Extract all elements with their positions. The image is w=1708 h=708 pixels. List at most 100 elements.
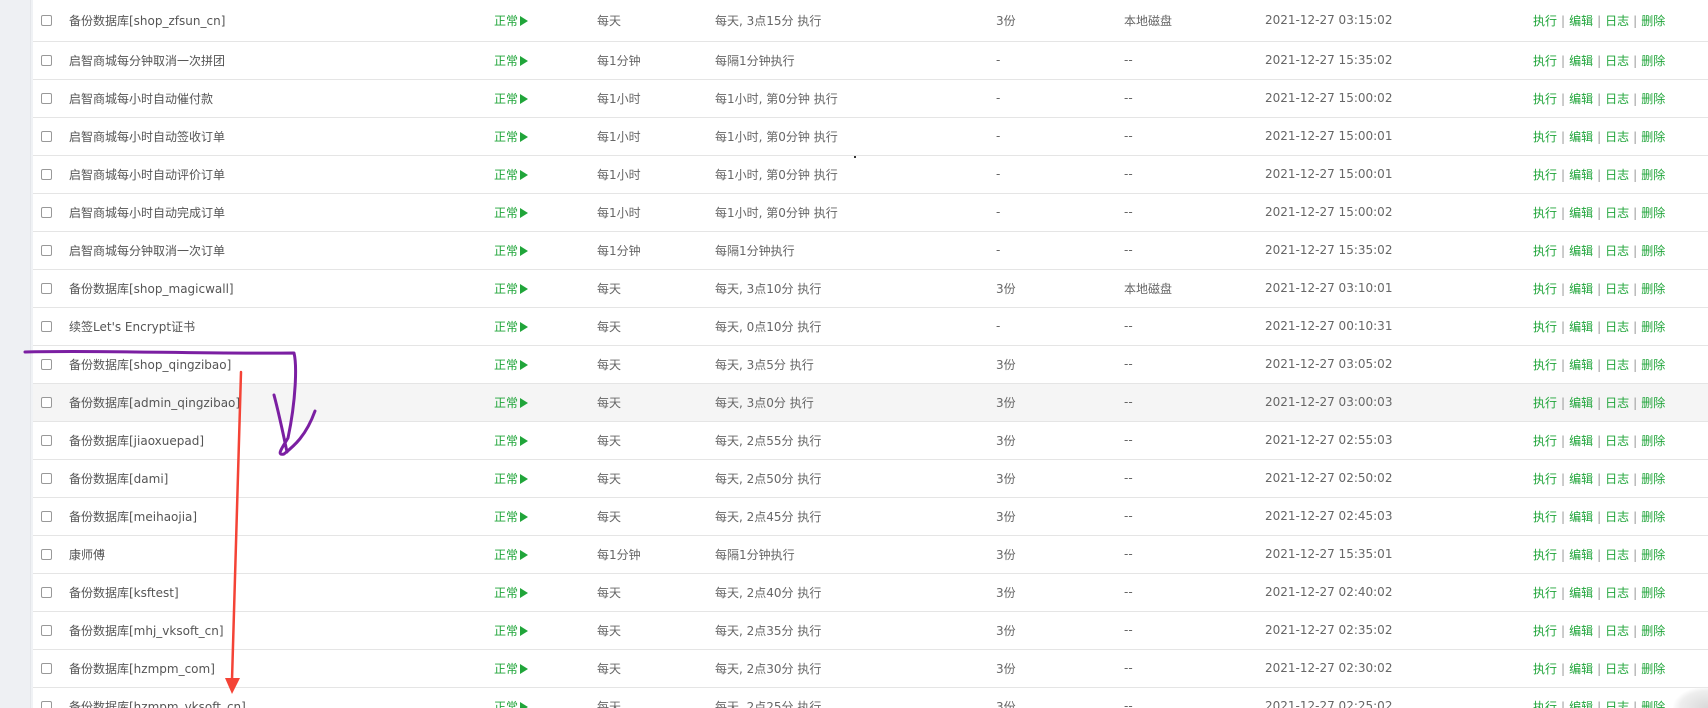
log-link[interactable]: 日志 — [1605, 434, 1629, 448]
row-checkbox[interactable] — [41, 663, 52, 674]
execute-link[interactable]: 执行 — [1533, 168, 1557, 182]
edit-link[interactable]: 编辑 — [1569, 130, 1593, 144]
status-toggle[interactable]: 正常 — [494, 586, 529, 600]
log-link[interactable]: 日志 — [1605, 206, 1629, 220]
edit-link[interactable]: 编辑 — [1569, 662, 1593, 676]
execute-link[interactable]: 执行 — [1533, 510, 1557, 524]
status-toggle[interactable]: 正常 — [494, 206, 529, 220]
log-link[interactable]: 日志 — [1605, 54, 1629, 68]
row-checkbox[interactable] — [41, 549, 52, 560]
log-link[interactable]: 日志 — [1605, 510, 1629, 524]
log-link[interactable]: 日志 — [1605, 700, 1629, 708]
status-toggle[interactable]: 正常 — [494, 662, 529, 676]
delete-link[interactable]: 删除 — [1641, 434, 1665, 448]
delete-link[interactable]: 删除 — [1641, 662, 1665, 676]
delete-link[interactable]: 删除 — [1641, 282, 1665, 296]
log-link[interactable]: 日志 — [1605, 14, 1629, 28]
delete-link[interactable]: 删除 — [1641, 396, 1665, 410]
delete-link[interactable]: 删除 — [1641, 700, 1665, 708]
execute-link[interactable]: 执行 — [1533, 54, 1557, 68]
delete-link[interactable]: 删除 — [1641, 92, 1665, 106]
execute-link[interactable]: 执行 — [1533, 92, 1557, 106]
execute-link[interactable]: 执行 — [1533, 130, 1557, 144]
row-checkbox[interactable] — [41, 511, 52, 522]
status-toggle[interactable]: 正常 — [494, 472, 529, 486]
edit-link[interactable]: 编辑 — [1569, 586, 1593, 600]
row-checkbox[interactable] — [41, 321, 52, 332]
delete-link[interactable]: 删除 — [1641, 244, 1665, 258]
edit-link[interactable]: 编辑 — [1569, 358, 1593, 372]
status-toggle[interactable]: 正常 — [494, 624, 529, 638]
status-toggle[interactable]: 正常 — [494, 130, 529, 144]
edit-link[interactable]: 编辑 — [1569, 510, 1593, 524]
row-checkbox[interactable] — [41, 55, 52, 66]
log-link[interactable]: 日志 — [1605, 244, 1629, 258]
row-checkbox[interactable] — [41, 283, 52, 294]
log-link[interactable]: 日志 — [1605, 662, 1629, 676]
execute-link[interactable]: 执行 — [1533, 586, 1557, 600]
status-toggle[interactable]: 正常 — [494, 14, 529, 28]
delete-link[interactable]: 删除 — [1641, 168, 1665, 182]
execute-link[interactable]: 执行 — [1533, 358, 1557, 372]
delete-link[interactable]: 删除 — [1641, 14, 1665, 28]
delete-link[interactable]: 删除 — [1641, 206, 1665, 220]
row-checkbox[interactable] — [41, 473, 52, 484]
log-link[interactable]: 日志 — [1605, 92, 1629, 106]
delete-link[interactable]: 删除 — [1641, 130, 1665, 144]
row-checkbox[interactable] — [41, 93, 52, 104]
log-link[interactable]: 日志 — [1605, 586, 1629, 600]
execute-link[interactable]: 执行 — [1533, 434, 1557, 448]
status-toggle[interactable]: 正常 — [494, 700, 529, 708]
row-checkbox[interactable] — [41, 15, 52, 27]
execute-link[interactable]: 执行 — [1533, 14, 1557, 28]
status-toggle[interactable]: 正常 — [494, 548, 529, 562]
row-checkbox[interactable] — [41, 131, 52, 142]
log-link[interactable]: 日志 — [1605, 320, 1629, 334]
row-checkbox[interactable] — [41, 435, 52, 446]
delete-link[interactable]: 删除 — [1641, 586, 1665, 600]
execute-link[interactable]: 执行 — [1533, 548, 1557, 562]
log-link[interactable]: 日志 — [1605, 396, 1629, 410]
status-toggle[interactable]: 正常 — [494, 396, 529, 410]
edit-link[interactable]: 编辑 — [1569, 624, 1593, 638]
delete-link[interactable]: 删除 — [1641, 54, 1665, 68]
execute-link[interactable]: 执行 — [1533, 320, 1557, 334]
edit-link[interactable]: 编辑 — [1569, 548, 1593, 562]
row-checkbox[interactable] — [41, 245, 52, 256]
status-toggle[interactable]: 正常 — [494, 54, 529, 68]
edit-link[interactable]: 编辑 — [1569, 168, 1593, 182]
delete-link[interactable]: 删除 — [1641, 548, 1665, 562]
row-checkbox[interactable] — [41, 625, 52, 636]
row-checkbox[interactable] — [41, 359, 52, 370]
edit-link[interactable]: 编辑 — [1569, 700, 1593, 708]
delete-link[interactable]: 删除 — [1641, 624, 1665, 638]
log-link[interactable]: 日志 — [1605, 168, 1629, 182]
log-link[interactable]: 日志 — [1605, 624, 1629, 638]
log-link[interactable]: 日志 — [1605, 472, 1629, 486]
status-toggle[interactable]: 正常 — [494, 434, 529, 448]
delete-link[interactable]: 删除 — [1641, 510, 1665, 524]
log-link[interactable]: 日志 — [1605, 548, 1629, 562]
row-checkbox[interactable] — [41, 169, 52, 180]
edit-link[interactable]: 编辑 — [1569, 244, 1593, 258]
edit-link[interactable]: 编辑 — [1569, 206, 1593, 220]
execute-link[interactable]: 执行 — [1533, 282, 1557, 296]
delete-link[interactable]: 删除 — [1641, 320, 1665, 334]
edit-link[interactable]: 编辑 — [1569, 282, 1593, 296]
status-toggle[interactable]: 正常 — [494, 92, 529, 106]
edit-link[interactable]: 编辑 — [1569, 54, 1593, 68]
status-toggle[interactable]: 正常 — [494, 510, 529, 524]
status-toggle[interactable]: 正常 — [494, 168, 529, 182]
status-toggle[interactable]: 正常 — [494, 244, 529, 258]
execute-link[interactable]: 执行 — [1533, 662, 1557, 676]
execute-link[interactable]: 执行 — [1533, 700, 1557, 708]
row-checkbox[interactable] — [41, 701, 52, 708]
log-link[interactable]: 日志 — [1605, 282, 1629, 296]
row-checkbox[interactable] — [41, 207, 52, 218]
edit-link[interactable]: 编辑 — [1569, 14, 1593, 28]
execute-link[interactable]: 执行 — [1533, 396, 1557, 410]
delete-link[interactable]: 删除 — [1641, 472, 1665, 486]
edit-link[interactable]: 编辑 — [1569, 92, 1593, 106]
row-checkbox[interactable] — [41, 397, 52, 408]
log-link[interactable]: 日志 — [1605, 358, 1629, 372]
